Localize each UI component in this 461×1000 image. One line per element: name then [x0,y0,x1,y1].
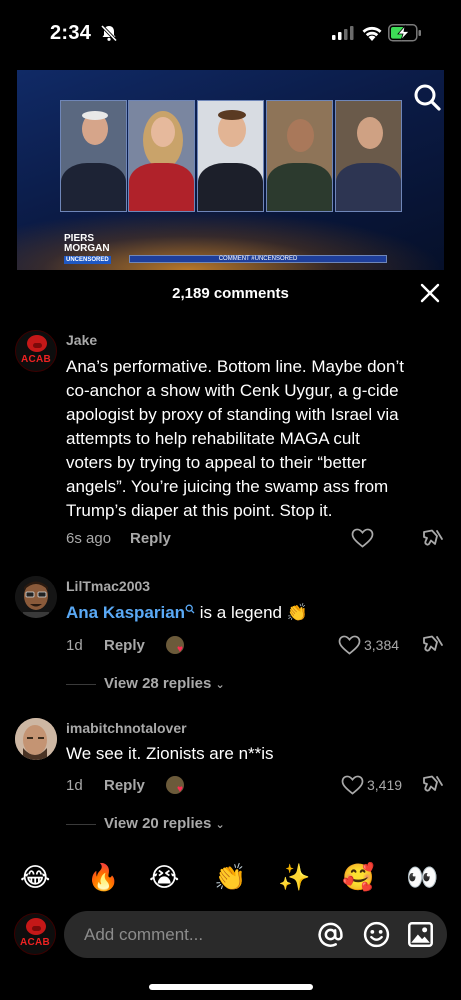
wifi-icon [362,26,382,41]
comment-line: apologist by proxy of standing with Isra… [66,405,399,424]
image-upload-icon[interactable] [407,921,434,948]
mention-link[interactable]: Ana Kasparian [66,603,185,622]
divider [66,824,96,825]
view-replies-label: View 20 replies [104,815,212,832]
search-icon[interactable] [412,82,442,112]
comment-body: is a legend 👏 [195,603,308,622]
comment-text: Ana Kasparian is a legend 👏 [66,601,308,625]
video-panel-host [60,100,127,212]
emoji-eyes-button[interactable]: 👀 [406,863,438,893]
home-indicator[interactable] [149,984,313,990]
video-panel-guest-1 [128,100,195,212]
emoji-laughing-button[interactable]: 😂 [20,863,50,893]
emoji-fire-button[interactable]: 🔥 [87,863,119,893]
search-mini-icon [185,604,195,614]
comment-time: 1d [66,777,83,794]
battery-charging-icon [388,24,421,42]
dislike-icon[interactable] [422,634,444,656]
chevron-down-icon: ⌄ [215,819,225,831]
comment-input[interactable]: Add comment... [64,911,447,958]
comment-username[interactable]: Jake [66,332,97,348]
heart-icon[interactable] [341,775,364,795]
emoji-sparkles-button[interactable]: ✨ [278,863,310,893]
comment-line: voters by trying to appeal to their “bet… [66,453,367,472]
avatar[interactable] [15,576,57,618]
avatar[interactable] [15,718,57,760]
comment-username[interactable]: LilTmac2003 [66,578,150,594]
chevron-down-icon: ⌄ [215,679,225,691]
emoji-picker-icon[interactable] [363,921,390,948]
show-name-sub: UNCENSORED [64,256,111,264]
comment-text: We see it. Zionists are n**is [66,744,274,763]
video-panel-guest-3 [266,100,333,212]
comment-line: co-anchor a show with Cenk Uygur, a g-ci… [66,381,399,400]
avatar[interactable]: ACAB [15,330,57,372]
creator-liked-badge: ♥ [166,776,188,796]
reply-button[interactable]: Reply [104,637,145,654]
video-panel-guest-4 [335,100,402,212]
comment-time: 1d [66,637,83,654]
memoji-avatar-icon [15,576,57,618]
video-player[interactable]: PIERS MORGAN UNCENSORED COMMENT #UNCENSO… [17,70,444,270]
like-count: 3,384 [364,637,400,653]
creator-liked-badge: ♥ [166,636,188,656]
bell-muted-icon [100,24,118,42]
comment-username[interactable]: imabitchnotalover [66,720,187,736]
my-avatar: ACAB [14,913,56,955]
status-time: 2:34 [50,22,92,44]
dislike-icon[interactable] [422,774,444,796]
comments-count-title: 2,189 comments [172,285,289,302]
comment-line: angels”. You’re juicing the swamp ass fr… [66,477,389,496]
pig-snout [33,343,42,348]
video-panel-guest-2 [197,100,264,212]
reply-button[interactable]: Reply [130,530,171,547]
comment-time: 6s ago [66,530,112,547]
pig-snout [32,926,41,931]
user-photo-avatar [15,718,57,760]
close-icon[interactable] [419,282,441,304]
emoji-clap-button[interactable]: 👏 [214,863,246,893]
avatar-text: ACAB [19,937,51,948]
dislike-icon[interactable] [422,528,444,550]
emoji-crying-button[interactable]: 😭 [149,863,179,893]
heart-icon[interactable] [338,635,361,655]
show-logo: PIERS MORGAN UNCENSORED [64,234,111,264]
emoji-quick-bar: 😂 🔥 😭 👏 ✨ 🥰 👀 [0,855,461,905]
show-name-line2: MORGAN [64,243,110,254]
comment-line: Trump’s diaper at this point. Stop it. [66,501,333,520]
view-replies-button[interactable]: View 28 replies ⌄ [104,675,225,692]
comment-text: Ana’s performative. Bottom line. Maybe d… [66,355,451,523]
emoji-love-button[interactable]: 🥰 [342,863,374,893]
status-bar: 2:34 [0,0,461,60]
reply-button[interactable]: Reply [104,777,145,794]
view-replies-button[interactable]: View 20 replies ⌄ [104,815,225,832]
like-count: 3,419 [367,777,403,793]
avatar-text: ACAB [20,354,52,365]
heart-icon[interactable] [351,528,374,548]
view-replies-label: View 28 replies [104,675,212,692]
cellular-signal-icon [332,26,354,40]
comment-input-placeholder: Add comment... [84,925,204,944]
comment-line: Ana’s performative. Bottom line. Maybe d… [66,357,404,376]
comments-header: 2,189 comments [0,280,461,308]
mention-at-icon[interactable] [317,921,344,948]
video-ticker: COMMENT #UNCENSORED [129,255,387,263]
comment-line: attempts to help rehabilitate MAGA cult [66,429,360,448]
divider [66,684,96,685]
